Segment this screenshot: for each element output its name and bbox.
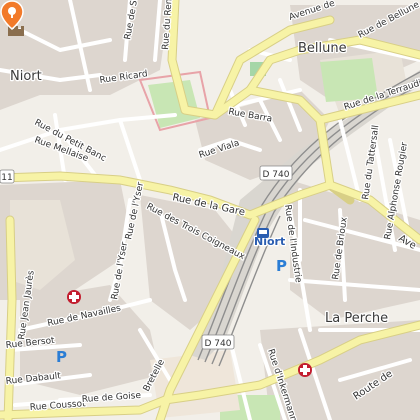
route-shield-d740-a: D 740 [259,165,293,181]
train-station-icon [257,228,269,238]
map-layer: D 740 D 740 11 Niort Bellune La Perche N… [0,0,420,420]
parking-icon: P [276,257,287,275]
svg-text:11: 11 [1,173,12,183]
svg-text:D 740: D 740 [205,339,232,349]
route-shield-d740-b: D 740 [201,334,235,350]
place-label-la-perche: La Perche [325,311,388,326]
place-label-niort: Niort [10,69,42,84]
hospital-icon [67,290,81,304]
route-shield-d11: 11 [0,169,15,184]
map-canvas[interactable]: D 740 D 740 11 Niort Bellune La Perche N… [0,0,420,420]
svg-text:P: P [56,348,67,366]
hospital-icon [298,363,312,377]
svg-text:D 740: D 740 [263,170,290,180]
parking-icon: P [56,348,67,366]
svg-text:P: P [276,257,287,275]
location-marker-icon[interactable] [0,0,24,30]
place-label-bellune: Bellune [298,41,347,56]
